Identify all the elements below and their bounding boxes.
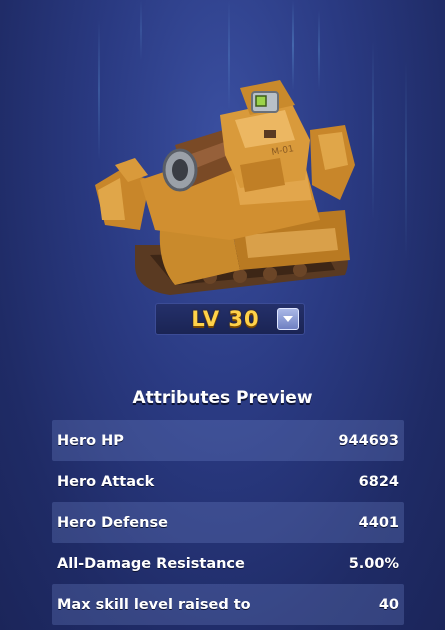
attribute-row: Hero HP 944693 (52, 420, 404, 461)
attribute-row: Hero Attack 6824 (52, 461, 404, 502)
attribute-value: 40 (378, 596, 399, 613)
level-label: LV 30 (191, 307, 260, 331)
hero-tank-image: M-01 (95, 80, 355, 295)
attribute-value: 944693 (338, 432, 399, 449)
attributes-title: Attributes Preview (132, 388, 313, 408)
attribute-value: 6824 (358, 473, 399, 490)
level-selector[interactable]: LV 30 (155, 303, 305, 335)
attribute-value: 5.00% (348, 555, 399, 572)
attribute-row: Max skill level raised to 40 (52, 584, 404, 625)
attribute-name: Max skill level raised to (57, 596, 251, 613)
attributes-list: Hero HP 944693 Hero Attack 6824 Hero Def… (52, 420, 404, 625)
attribute-name: Hero Attack (57, 473, 155, 490)
attribute-row: All-Damage Resistance 5.00% (52, 543, 404, 584)
attribute-value: 4401 (358, 514, 399, 531)
attribute-row: Hero Defense 4401 (52, 502, 404, 543)
attribute-name: All-Damage Resistance (57, 555, 245, 572)
chevron-down-icon[interactable] (277, 308, 299, 330)
attribute-name: Hero Defense (57, 514, 168, 531)
attribute-name: Hero HP (57, 432, 124, 449)
